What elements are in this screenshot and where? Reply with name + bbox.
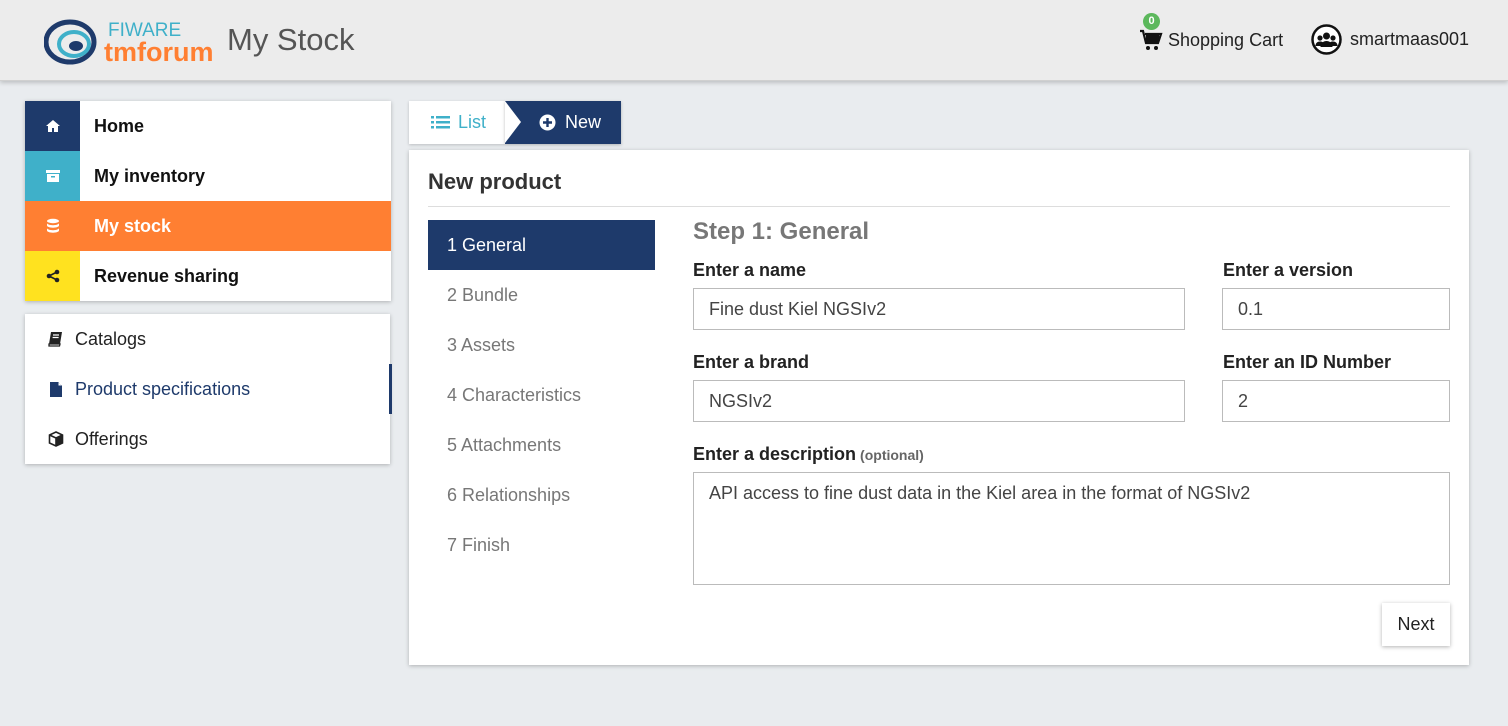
nav-item-inventory[interactable]: My inventory [25, 151, 391, 201]
step-attachments[interactable]: 5 Attachments [428, 420, 655, 470]
nav-item-home[interactable]: Home [25, 101, 391, 151]
list-tab-label: List [458, 112, 487, 132]
new-tab-label: New [565, 112, 602, 132]
panel-divider [428, 206, 1450, 207]
next-button[interactable]: Next [1382, 603, 1450, 646]
description-textarea[interactable]: API access to fine dust data in the Kiel… [693, 472, 1450, 585]
user-name: smartmaas001 [1350, 29, 1470, 49]
logo-text-bottom: tmforum [104, 37, 214, 66]
wizard-steps: 1 General 2 Bundle 3 Assets 4 Characteri… [428, 220, 655, 570]
step-assets[interactable]: 3 Assets [428, 320, 655, 370]
shopping-cart-button[interactable]: 0 Shopping Cart [1139, 13, 1284, 54]
list-tab[interactable]: List [409, 101, 505, 144]
user-menu[interactable]: smartmaas001 [1311, 24, 1469, 55]
id-number-label: Enter an ID Number [1223, 352, 1392, 372]
fiware-tmforum-logo[interactable]: FIWARE tmforum [44, 14, 216, 66]
breadcrumb: List New [409, 101, 621, 144]
nav-item-label: My inventory [94, 165, 206, 186]
sub-nav-item-offerings[interactable]: Offerings [25, 414, 390, 464]
sub-nav-label: Catalogs [75, 328, 147, 349]
step-title: Step 1: General [693, 218, 870, 245]
description-label-text: Enter a description [693, 444, 857, 464]
version-label: Enter a version [1223, 260, 1354, 280]
id-number-input[interactable] [1222, 380, 1450, 422]
name-input[interactable] [693, 288, 1185, 330]
cart-count-badge: 0 [1143, 13, 1160, 30]
shopping-cart-icon [1140, 29, 1163, 50]
step-characteristics[interactable]: 4 Characteristics [428, 370, 655, 420]
description-label: Enter a description (optional) [693, 444, 924, 465]
step-bundle[interactable]: 2 Bundle [428, 270, 655, 320]
nav-item-label: My stock [94, 215, 172, 236]
plus-circle-icon [539, 114, 556, 131]
users-icon [1311, 24, 1342, 55]
cube-icon [47, 430, 65, 448]
sub-nav-label: Offerings [75, 428, 148, 449]
shopping-cart-label: Shopping Cart [1168, 29, 1284, 50]
step-finish[interactable]: 7 Finish [428, 520, 655, 570]
new-tab[interactable]: New [505, 101, 621, 144]
nav-item-stock[interactable]: My stock [25, 201, 391, 251]
panel-title: New product [428, 169, 562, 194]
optional-hint: (optional) [860, 447, 924, 463]
brand-input[interactable] [693, 380, 1185, 422]
page-title: My Stock [227, 22, 355, 57]
nav-item-revenue-sharing[interactable]: Revenue sharing [25, 251, 391, 301]
name-label: Enter a name [693, 260, 807, 280]
top-header: FIWARE tmforum My Stock 0 Shopping Cart … [0, 0, 1508, 81]
sub-nav-item-product-specifications[interactable]: Product specifications [25, 364, 392, 414]
archive-icon [25, 151, 80, 201]
nav-item-label: Revenue sharing [94, 265, 240, 286]
book-icon [47, 330, 65, 348]
list-icon [431, 116, 450, 129]
step-general[interactable]: 1 General [428, 220, 655, 270]
sub-nav-item-catalogs[interactable]: Catalogs [25, 314, 390, 364]
new-product-panel: New product 1 General 2 Bundle 3 Assets … [409, 150, 1469, 665]
sub-nav: Catalogs Product specifications Offering… [25, 314, 392, 464]
version-input[interactable] [1222, 288, 1450, 330]
step-relationships[interactable]: 6 Relationships [428, 470, 655, 520]
brand-label: Enter a brand [693, 352, 810, 372]
nav-item-label: Home [94, 115, 145, 136]
sub-nav-label: Product specifications [75, 378, 251, 399]
main-nav: Home My inventory My stock Revenue shari… [25, 101, 391, 301]
share-icon [25, 251, 80, 301]
database-icon [25, 201, 80, 251]
file-icon [47, 380, 65, 398]
home-icon [25, 101, 80, 151]
